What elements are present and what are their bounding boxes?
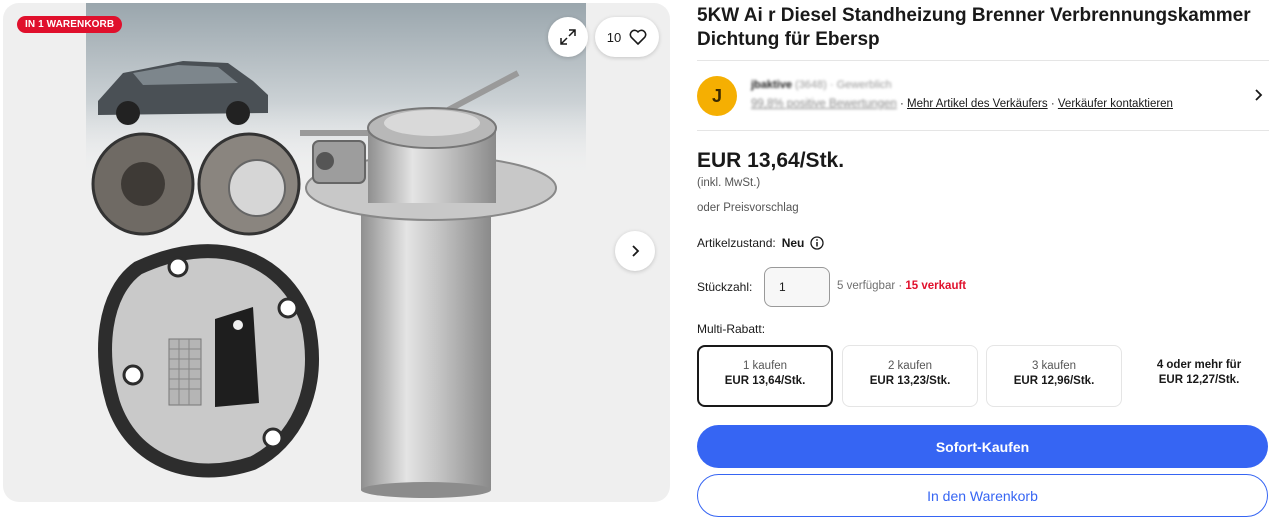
condition-value: Neu: [781, 236, 805, 250]
seller-avatar[interactable]: J: [697, 76, 737, 116]
seller-feedback-count: (3648): [795, 79, 827, 91]
price: EUR 13,64/Stk.: [697, 149, 845, 172]
buy-now-button[interactable]: Sofort-Kaufen: [697, 425, 1268, 468]
expand-image-button[interactable]: [548, 17, 588, 57]
discount-tier[interactable]: 2 kaufen EUR 13,23/Stk.: [842, 345, 978, 407]
more-items-link[interactable]: Mehr Artikel des Verkäufers: [907, 98, 1048, 110]
condition-label: Artikelzustand:: [697, 236, 776, 250]
tier-quantity: 2 kaufen: [887, 360, 933, 372]
seller-info[interactable]: jbaktive (3648) · Gewerblich: [751, 79, 892, 91]
info-icon[interactable]: [810, 236, 825, 250]
add-to-cart-button[interactable]: In den Warenkorb: [697, 474, 1268, 517]
expand-icon: [560, 29, 576, 45]
tier-quantity: 1 kaufen: [742, 360, 788, 372]
availability: 5 verfügbar · 15 verkauft: [837, 280, 966, 292]
seller-card[interactable]: J jbaktive (3648) · Gewerblich 99,8% pos…: [697, 74, 1269, 118]
discount-tier[interactable]: 1 kaufen EUR 13,64/Stk.: [697, 345, 833, 407]
tier-quantity: 3 kaufen: [1031, 360, 1077, 372]
separator: ·: [1050, 98, 1055, 110]
heart-icon: [629, 29, 647, 45]
product-image[interactable]: [3, 3, 670, 502]
sold-count: 15 verkauft: [905, 280, 967, 292]
watch-count: 10: [606, 29, 622, 45]
best-offer-note: oder Preisvorschlag: [697, 202, 799, 214]
in-cart-badge: IN 1 WARENKORB: [17, 16, 123, 33]
condition-row: Artikelzustand: Neu: [697, 236, 825, 250]
seller-type: · Gewerblich: [829, 79, 892, 91]
available-count: 5 verfügbar ·: [837, 280, 906, 292]
quantity-input[interactable]: 1: [764, 267, 830, 307]
tier-price: EUR 13,23/Stk.: [869, 375, 951, 387]
vat-note: (inkl. MwSt.): [697, 177, 761, 189]
quantity-label: Stückzahl:: [697, 280, 753, 294]
tier-price: EUR 13,64/Stk.: [724, 375, 806, 387]
contact-seller-link[interactable]: Verkäufer kontaktieren: [1058, 98, 1173, 110]
discount-tier: 4 oder mehr für EUR 12,27/Stk.: [1131, 345, 1267, 407]
seller-links: 99,8% positive Bewertungen · Mehr Artike…: [751, 98, 1173, 110]
positive-feedback-link[interactable]: 99,8% positive Bewertungen: [751, 98, 897, 110]
image-gallery[interactable]: IN 1 WARENKORB 10: [3, 3, 670, 502]
seller-name: jbaktive: [751, 79, 792, 91]
chevron-right-icon: [632, 245, 640, 257]
next-image-button[interactable]: [615, 231, 655, 271]
tier-quantity: 4 oder mehr für: [1156, 359, 1242, 371]
watch-button[interactable]: 10: [595, 17, 659, 57]
tier-price: EUR 12,27/Stk.: [1158, 374, 1240, 386]
separator: ·: [899, 98, 904, 110]
product-title: 5KW Ai r Diesel Standheizung Brenner Ver…: [697, 5, 1251, 50]
tier-price: EUR 12,96/Stk.: [1013, 375, 1095, 387]
divider: [697, 60, 1269, 61]
discount-tier[interactable]: 3 kaufen EUR 12,96/Stk.: [986, 345, 1122, 407]
divider: [697, 130, 1269, 131]
multi-discount-label: Multi-Rabatt:: [697, 322, 766, 336]
chevron-right-icon[interactable]: [1253, 88, 1265, 102]
